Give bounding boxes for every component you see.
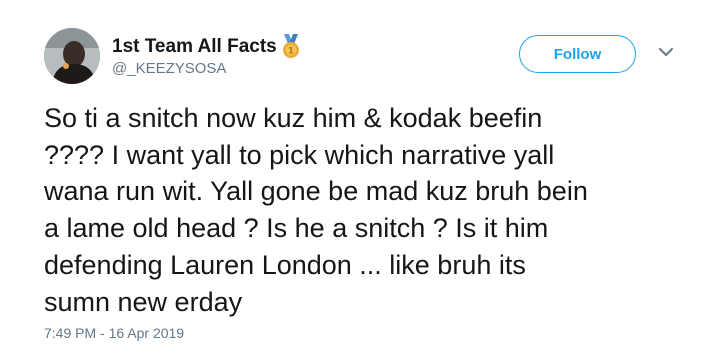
display-name[interactable]: 1st Team All Facts	[112, 36, 277, 58]
tweet-text-line: sumn new erday	[44, 286, 243, 317]
name-row: 1st Team All Facts 1	[112, 34, 302, 60]
tweet-text-line: So ti a snitch now kuz him & kodak beefi…	[44, 103, 543, 133]
svg-text:1: 1	[288, 47, 294, 57]
medal-icon: 1	[280, 34, 302, 60]
tweet-text-line: defending Lauren London ... like bruh it…	[44, 249, 526, 280]
tweet-text-line: ???? I want yall to pick which narrative…	[44, 139, 555, 170]
tweet-card: 1st Team All Facts 1 @_KEEZYSOSA Follow …	[0, 0, 720, 363]
tweet-text-line: wana run wit. Yall gone be mad kuz bruh …	[44, 176, 588, 207]
avatar-image	[44, 28, 100, 84]
tweet-text-line: a lame old head ? Is he a snitch ? Is it…	[44, 213, 549, 244]
chevron-down-icon[interactable]	[657, 45, 675, 59]
tweet-timestamp[interactable]: 7:49 PM - 16 Apr 2019	[44, 325, 184, 341]
avatar[interactable]	[44, 28, 100, 84]
follow-button[interactable]: Follow	[519, 35, 636, 73]
tweet-text: So ti a snitch now kuz him & kodak beefi…	[44, 100, 684, 320]
user-handle[interactable]: @_KEEZYSOSA	[112, 60, 226, 77]
